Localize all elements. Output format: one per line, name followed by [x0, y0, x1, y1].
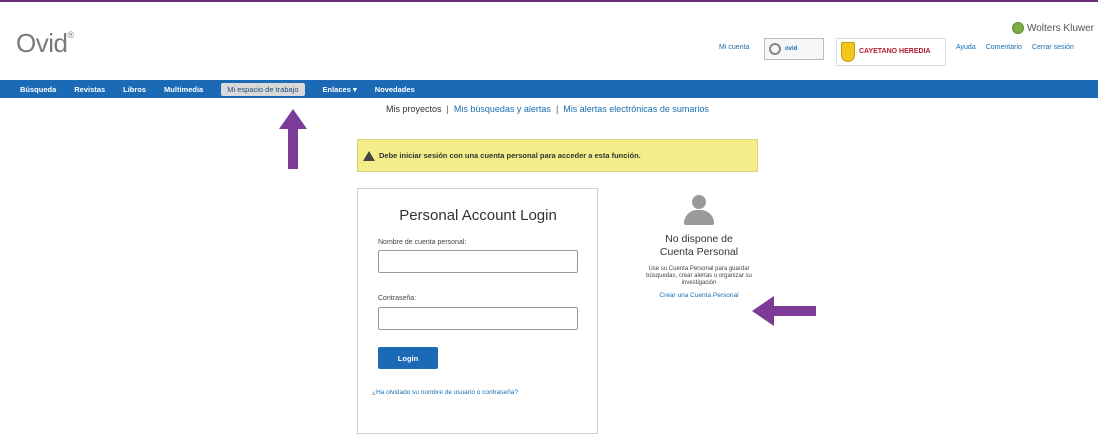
no-account-panel: No dispone de Cuenta Personal Use su Cue…: [638, 195, 760, 299]
no-account-title-line1: No dispone de: [665, 233, 733, 245]
logo-text: Ovid: [16, 28, 68, 58]
ayuda-link[interactable]: Ayuda: [956, 44, 976, 51]
login-panel: Personal Account Login Nombre de cuenta …: [357, 188, 598, 434]
mi-cuenta-link[interactable]: Mi cuenta: [719, 44, 749, 51]
no-account-title-line2: Cuenta Personal: [659, 246, 739, 258]
warning-icon: [363, 150, 375, 161]
nav-busqueda[interactable]: Búsqueda: [20, 85, 56, 94]
ovid-badge[interactable]: ovid: [764, 38, 824, 60]
shield-icon: [841, 42, 855, 62]
annotation-arrow-up-icon: [279, 109, 307, 169]
subnav-mis-proyectos[interactable]: Mis proyectos: [386, 104, 442, 114]
arrow-up-shape: [279, 109, 307, 169]
nav-multimedia[interactable]: Multimedia: [164, 85, 203, 94]
ovid-logo[interactable]: Ovid®: [16, 28, 74, 59]
wolters-kluwer-brand: Wolters Kluwer: [1011, 22, 1094, 34]
main-navbar: Búsqueda Revistas Libros Multimedia Mi e…: [0, 80, 1098, 98]
magnifier-icon: [769, 43, 781, 55]
no-account-description: Use su Cuenta Personal para guardar búsq…: [646, 266, 752, 286]
nav-libros[interactable]: Libros: [123, 85, 146, 94]
institution-name: CAYETANO HEREDIA: [859, 48, 931, 55]
subnav-separator: |: [446, 104, 449, 114]
comentario-link[interactable]: Comentario: [986, 44, 1022, 51]
username-label: Nombre de cuenta personal:: [378, 239, 467, 246]
nav-mi-espacio-de-trabajo[interactable]: Mi espacio de trabajo: [221, 82, 305, 96]
password-input[interactable]: [378, 307, 578, 330]
username-input[interactable]: [378, 250, 578, 273]
login-button[interactable]: Login: [378, 347, 438, 369]
arrow-left-shape: [752, 296, 816, 326]
nav-novedades[interactable]: Novedades: [375, 85, 415, 94]
ovid-badge-text: ovid: [785, 46, 798, 52]
subnav-mis-alertas[interactable]: Mis alertas electrónicas de sumarios: [563, 104, 709, 114]
warning-text: Debe iniciar sesión con una cuenta perso…: [379, 151, 641, 160]
forgot-credentials-link[interactable]: ¿Ha olvidado su nombre de usuario o cont…: [372, 389, 518, 396]
brand-text: Wolters Kluwer: [1026, 22, 1094, 34]
header-links: Ayuda Comentario Cerrar sesión: [956, 44, 1074, 51]
person-icon: [684, 195, 714, 227]
nav-enlaces[interactable]: Enlaces ▾: [323, 85, 357, 94]
logo-registered-mark: ®: [67, 30, 74, 40]
nav-revistas[interactable]: Revistas: [74, 85, 105, 94]
subnav-mis-busquedas[interactable]: Mis búsquedas y alertas: [454, 104, 551, 114]
workspace-subnav: Mis proyectos | Mis búsquedas y alertas …: [386, 104, 709, 114]
globe-icon: [1011, 22, 1024, 34]
annotation-arrow-left-icon: [752, 296, 816, 326]
subnav-separator: |: [555, 104, 559, 114]
no-account-title: No dispone de Cuenta Personal: [638, 233, 760, 259]
header: Ovid® Wolters Kluwer Mi cuenta ovid CAYE…: [0, 2, 1098, 80]
institution-logo: CAYETANO HEREDIA: [836, 38, 946, 66]
login-required-warning: Debe iniciar sesión con una cuenta perso…: [357, 139, 758, 172]
person-icon-head: [692, 195, 706, 209]
login-title: Personal Account Login: [399, 207, 557, 224]
create-account-link[interactable]: Crear una Cuenta Personal: [638, 292, 760, 299]
cerrar-sesion-link[interactable]: Cerrar sesión: [1032, 44, 1074, 51]
password-label: Contraseña:: [378, 295, 417, 302]
person-icon-body: [684, 210, 714, 225]
